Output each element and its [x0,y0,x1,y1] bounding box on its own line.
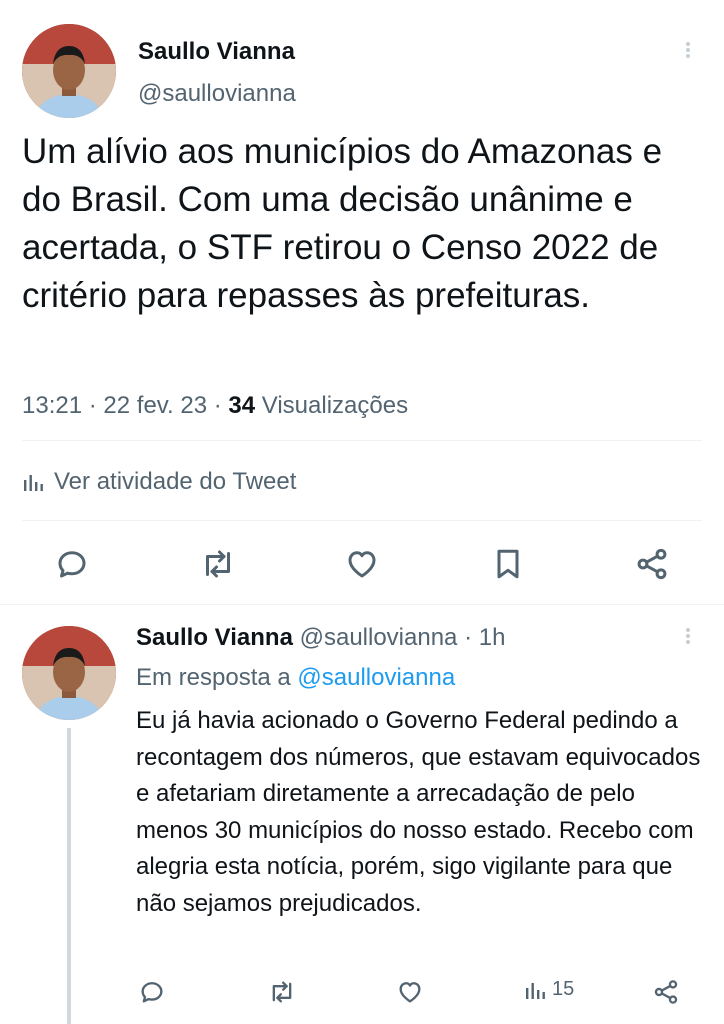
views-button[interactable]: 15 [524,978,574,1001]
share-icon[interactable] [630,544,674,584]
avatar[interactable] [22,626,116,720]
tweet-age[interactable]: 1h [479,624,506,651]
like-icon[interactable] [392,974,428,1010]
tweet-activity-link[interactable]: Ver atividade do Tweet [22,468,296,496]
views-count: 34 [228,392,256,419]
reply-icon[interactable] [134,974,170,1010]
views-count: 15 [552,978,575,1000]
meta-separator: · [88,392,97,419]
analytics-icon [22,471,44,493]
views-icon [524,979,546,1001]
retweet-icon[interactable] [196,544,240,584]
tweet-date[interactable]: 22 fev. 23 [103,392,207,419]
divider [22,440,702,441]
tweet-text: Um alívio aos municípios do Amazonas e d… [22,132,663,315]
divider [22,520,702,521]
author-name[interactable]: Saullo Vianna [138,38,295,66]
meta-separator: · [464,624,473,651]
author-name[interactable]: Saullo Vianna [136,624,293,651]
tweet-activity-label: Ver atividade do Tweet [54,468,297,495]
like-icon[interactable] [340,544,384,584]
author-handle[interactable]: @saullovianna [138,80,296,108]
tweet-time[interactable]: 13:21 [22,392,82,419]
more-options-icon[interactable] [686,40,690,60]
reply-icon[interactable] [50,544,94,584]
share-icon[interactable] [648,974,684,1010]
section-divider [0,604,724,605]
reply-to-link[interactable]: @saullovianna [297,664,455,691]
reply-prefix: Em resposta a [136,664,291,691]
views-label: Visualizações [261,392,409,419]
retweet-icon[interactable] [264,974,300,1010]
more-options-icon[interactable] [686,626,690,646]
avatar[interactable] [22,24,116,118]
reply-context: Em resposta a @saullovianna [136,664,455,692]
author-handle[interactable]: @saullovianna [300,624,458,651]
reply-header: Saullo Vianna @saullovianna · 1h [136,624,505,652]
bookmark-icon[interactable] [486,544,530,584]
tweet-text: Eu já havia acionado o Governo Federal p… [136,707,701,917]
tweet-meta: 13:21 · 22 fev. 23 · 34 Visualizações [22,392,408,420]
meta-separator: · [213,392,222,419]
thread-line [67,728,71,1024]
